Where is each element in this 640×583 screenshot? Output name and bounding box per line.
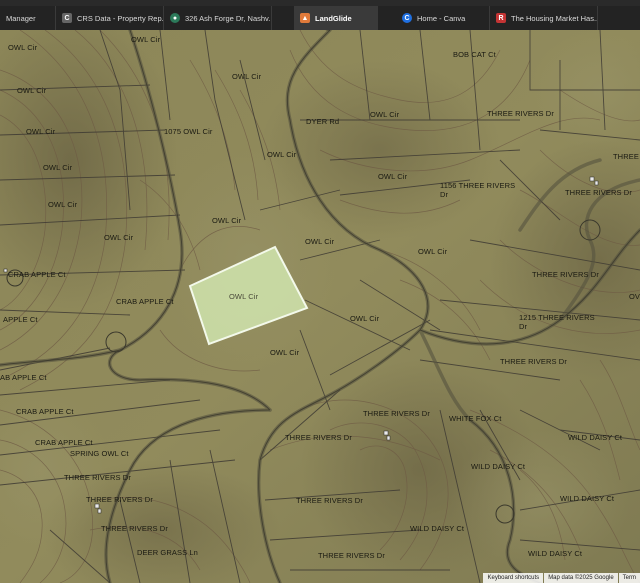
globe-icon: ●: [170, 13, 180, 23]
street-label: THREE RIVERS Dr: [487, 109, 554, 118]
street-label: OWL Cir: [270, 348, 300, 357]
street-label: DYER Rd: [306, 117, 340, 126]
street-label: THREE RIVERS Dr: [64, 473, 131, 482]
street-label: THREE: [613, 152, 639, 161]
street-label: OWL Cir: [418, 247, 448, 256]
street-label: OWL Cir: [43, 163, 73, 172]
canva-icon: C: [402, 13, 412, 23]
street-label: THREE RIVERS Dr: [500, 357, 567, 366]
street-label: BOB CAT Ct: [453, 50, 496, 59]
street-label: OWL Cir: [8, 43, 38, 52]
tab-label: Manager: [6, 13, 36, 23]
street-label: OWL Cir: [267, 150, 297, 159]
street-label: OWL Cir: [378, 172, 408, 181]
street-label: OWL Cir: [131, 35, 161, 44]
terms-link[interactable]: Term: [618, 573, 640, 583]
street-label: OWL Cir: [48, 200, 78, 209]
street-label: AB APPLE Ct: [0, 373, 47, 382]
street-label: OWL Cir: [212, 216, 242, 225]
street-label: WILD DAISY Ct: [568, 433, 623, 442]
street-label: THREE RIVERS Dr: [532, 270, 599, 279]
landglide-icon: ▲: [300, 13, 310, 23]
tab-label: Home - Canva: [417, 13, 466, 23]
tab-label: LandGlide: [315, 13, 352, 23]
street-label: OWL Cir: [350, 314, 380, 323]
tab-label: The Housing Market Has...: [511, 13, 598, 23]
browser-tab-bar: Manager C CRS Data - Property Rep... ● 3…: [0, 6, 640, 31]
street-label: THREE RIVERS Dr: [101, 524, 168, 533]
street-label: THREE RIVERS Dr: [285, 433, 352, 442]
tab-crs-data[interactable]: C CRS Data - Property Rep...: [56, 6, 164, 30]
street-label: Dr: [519, 322, 528, 331]
street-label: THREE RIVERS Dr: [565, 188, 632, 197]
r-icon: R: [496, 13, 506, 23]
street-label: OWL Cir: [104, 233, 134, 242]
street-label: OWL Cir: [370, 110, 400, 119]
street-label: OV: [629, 292, 640, 301]
street-label: APPLE Ct: [3, 315, 38, 324]
street-label: Dr: [440, 190, 449, 199]
street-label: 1075 OWL Cir: [164, 127, 213, 136]
tab-canva[interactable]: C Home - Canva: [396, 6, 490, 30]
street-label: OWL Cir: [232, 72, 262, 81]
street-label: CRAB APPLE Ct: [16, 407, 74, 416]
street-label: CRAB APPLE Ct: [116, 297, 174, 306]
street-label: SPRING OWL Ct: [70, 449, 129, 458]
street-label: THREE RIVERS Dr: [363, 409, 430, 418]
street-label: 1215 THREE RIVERS: [519, 313, 595, 322]
map-data-credit: Map data ©2025 Google: [544, 573, 618, 583]
street-label: OWL Cir: [17, 86, 47, 95]
street-label: THREE RIVERS Dr: [296, 496, 363, 505]
tab-landglide[interactable]: ▲ LandGlide: [294, 6, 378, 30]
tab-ash-forge[interactable]: ● 326 Ash Forge Dr, Nashv...: [164, 6, 272, 30]
street-label: WHITE FOX Ct: [449, 414, 502, 423]
map-view[interactable]: OWL Cir OWL Cir OWL Cir BOB CAT Ct OWL C…: [0, 30, 640, 583]
street-label: WILD DAISY Ct: [560, 494, 615, 503]
keyboard-shortcuts-link[interactable]: Keyboard shortcuts: [483, 573, 544, 583]
street-label: WILD DAISY Ct: [528, 549, 583, 558]
street-label: DEER GRASS Ln: [137, 548, 198, 557]
parcel-label: OWL Cir: [229, 292, 259, 301]
tab-label: 326 Ash Forge Dr, Nashv...: [185, 13, 272, 23]
street-label: THREE RIVERS Dr: [318, 551, 385, 560]
street-label: THREE RIVERS Dr: [86, 495, 153, 504]
tab-label: CRS Data - Property Rep...: [77, 13, 164, 23]
street-label: WILD DAISY Ct: [410, 524, 465, 533]
tab-housing-market[interactable]: R The Housing Market Has...: [490, 6, 598, 30]
street-label: CRAB APPLE Ct: [35, 438, 93, 447]
tab-manager[interactable]: Manager: [0, 6, 56, 30]
map-attribution: Keyboard shortcuts Map data ©2025 Google…: [482, 573, 640, 583]
street-label: 1156 THREE RIVERS: [440, 181, 516, 190]
street-label: OWL Cir: [26, 127, 56, 136]
crs-icon: C: [62, 13, 72, 23]
street-label: CRAB APPLE Ct: [8, 270, 66, 279]
street-label: WILD DAISY Ct: [471, 462, 526, 471]
street-label: OWL Cir: [305, 237, 335, 246]
